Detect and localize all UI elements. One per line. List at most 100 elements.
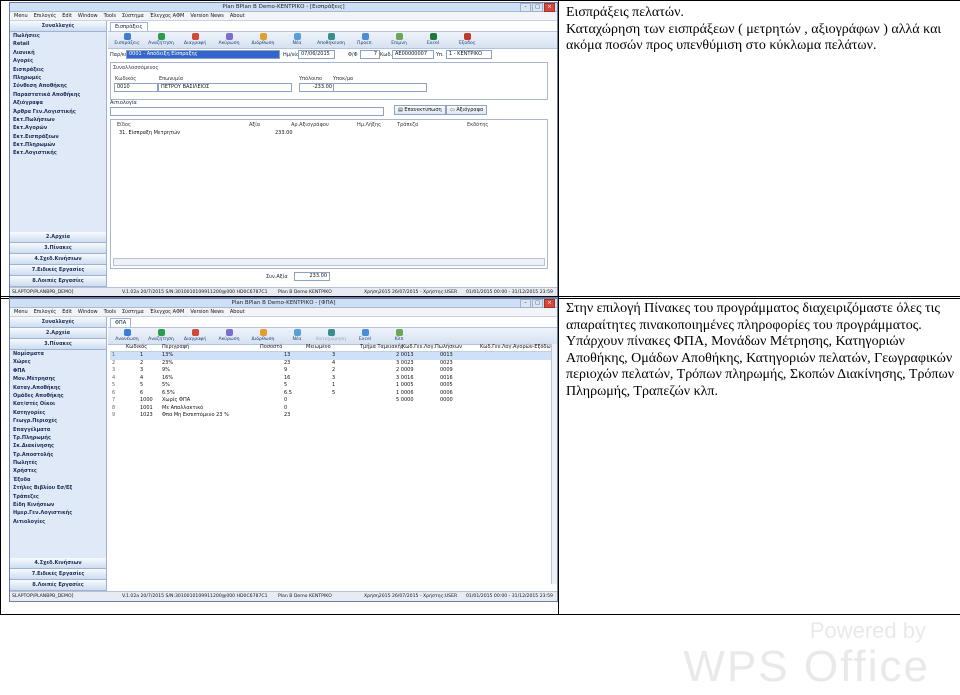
menu-item[interactable]: Edit [62,308,72,316]
sidebar-item[interactable]: Καταγ.Αποθήκης [10,384,106,392]
reprint-button[interactable]: ▤ Επανεκτύπωση [394,105,446,115]
vertical-scrollbar[interactable] [551,344,557,584]
reason-field[interactable] [110,107,384,116]
menu-item[interactable]: Edit [62,12,72,20]
sidebar-item[interactable]: Πληρωμές [10,74,106,82]
toolbar-button[interactable]: Διόρθωση [248,329,278,342]
sidebar-item[interactable]: Εκτ.Αγορών [10,124,106,132]
col-header[interactable]: Τμήμα Ταμειακής [360,344,404,350]
menu-item[interactable]: Version News [190,12,224,20]
sidebar-item[interactable]: Εκτ.Πληρωμών [10,141,106,149]
sidebar-item[interactable]: Κατηγορίες [10,409,106,417]
col-header[interactable]: Περιγραφή [162,344,189,350]
securities-button[interactable]: ▭ Αξιόγραφα [446,105,488,115]
menu-item[interactable]: Version News [190,308,224,316]
toolbar-button[interactable]: Αναζήτηση [146,33,176,46]
menu-item[interactable]: About [230,12,245,20]
sidebar-item[interactable]: Ημερ.Γεν.Λογιστικής [10,509,106,517]
sidebar-item[interactable]: Γεωγρ.Περιοχές [10,417,106,425]
sidebar-item[interactable]: Αξιόγραφα [10,99,106,107]
menu-item[interactable]: Tools [104,12,116,20]
menu-item[interactable]: Σύστημα [122,12,144,20]
sidebar-item[interactable]: Λιανική [10,49,106,57]
toolbar-button[interactable]: Excel [350,329,380,342]
sidebar-item[interactable]: Έξοδα [10,476,106,484]
col-header[interactable]: Ποσοστό [260,344,282,350]
tab-receipts[interactable]: Εισπράξεις [110,22,148,31]
line-amount[interactable]: 233.00 [275,130,293,136]
toolbar-button[interactable]: Καταχώρηση [316,329,346,342]
sidebar-item[interactable]: Εκτ.Λογιστικής [10,149,106,157]
table-row[interactable]: 6 6 6.5% 6.5 5 1 0006 0006 [110,390,554,398]
toolbar-button[interactable]: Εισπράξεις [112,33,142,46]
sidebar-section[interactable]: Συναλλαγές [10,317,106,328]
sidebar-item[interactable]: Άρθρα Γεν.Λογιστικής [10,108,106,116]
toolbar-button[interactable]: Διόρθωση [248,33,278,46]
sidebar-section[interactable]: 3.Πίνακες [10,243,106,254]
sidebar-section[interactable]: 2.Αρχεία [10,328,106,339]
col-header[interactable]: Κωδ.Γεν.Λογ.Πωλήσεων [402,344,462,350]
sidebar-section[interactable]: 3.Πίνακες [10,339,106,350]
table-row[interactable]: 1 1 13% 13 3 2 0013 0013 [110,352,554,360]
toolbar-button[interactable]: Ακύρωση [214,329,244,342]
sidebar-item[interactable]: Σκ.Διακίνησης [10,442,106,450]
menu-item[interactable]: Σύστημα [122,308,144,316]
sidebar-item[interactable]: Τρ.Πληρωμής [10,434,106,442]
col-header[interactable]: Κωδικός [126,344,147,350]
col-header[interactable]: Μειωμένο [306,344,331,350]
menu-item[interactable]: Tools [104,308,116,316]
toolbar-button[interactable]: Νέα [282,329,312,342]
table-row[interactable]: 5 5 5% 5 1 1 0005 0005 [110,382,554,390]
minimize-button[interactable]: – [520,299,531,308]
sidebar-item[interactable]: Πωλητές [10,459,106,467]
party-code-field[interactable]: 0010 [114,83,158,92]
menu-item[interactable]: Menu [14,12,28,20]
sidebar-section[interactable]: 4.Σχεδ.Κινήσεων [10,254,106,265]
sidebar-section[interactable]: 8.Λοιπές Εργασίες [10,276,106,287]
toolbar-button[interactable]: Ανανέωση [112,329,142,342]
doc-type-select[interactable]: 0001 - Απόδειξη Είσπραξης [126,50,280,59]
sidebar-item[interactable]: Μον.Μέτρησης [10,375,106,383]
sidebar-section[interactable]: 7.Ειδικές Εργασίες [10,265,106,276]
menu-item[interactable]: Window [78,12,98,20]
close-button[interactable]: × [544,299,555,308]
menu-item[interactable]: Έλεγχος ΑΦΜ [150,12,185,20]
sidebar-item[interactable]: Νομίσματα [10,350,106,358]
sidebar-item[interactable]: Αγορές [10,57,106,65]
sidebar-item[interactable]: Τρ.Αποστολής [10,451,106,459]
sidebar-item[interactable]: Παραστατικά Αποθήκης [10,91,106,99]
toolbar-button[interactable]: Ακύρωση [214,33,244,46]
sidebar-item[interactable]: Εκτ.Πωλήσεων [10,116,106,124]
line-type[interactable]: 31. Είσπραξη Μετρητών [119,130,180,136]
toolbar-button[interactable]: Αποθήκευση [316,33,346,46]
sidebar-item[interactable]: Ομάδες Αποθήκης [10,392,106,400]
toolbar-button[interactable]: Excel [418,33,448,46]
table-row[interactable]: 9 1023 Φπα Μη Εκπιπτόμενο 23 % 23 [110,412,554,420]
sidebar-item[interactable]: Εισπράξεις [10,66,106,74]
table-row[interactable]: 4 4 16% 16 3 3 0016 0016 [110,375,554,383]
sidebar-section[interactable]: 2.Αρχεία [10,232,106,243]
toolbar-button[interactable]: Έξοδος [452,33,482,46]
toolbar-button[interactable]: Διαγραφή [180,329,210,342]
menu-item[interactable]: Έλεγχος ΑΦΜ [150,308,185,316]
party-branch-select[interactable] [333,83,427,92]
sidebar-section[interactable]: 8.Λοιπές Εργασίες [10,580,106,591]
menu-item[interactable]: Επιλογές [34,308,56,316]
sidebar-item[interactable]: Επαγγέλματα [10,426,106,434]
toolbar-button[interactable]: Προεπ. [350,33,380,46]
table-row[interactable]: 7 1000 Χωρίς ΦΠΑ 0 5 0000 0000 [110,397,554,405]
menu-item[interactable]: Menu [14,308,28,316]
sidebar-item[interactable]: Σύνθεση Αποθήκης [10,82,106,90]
menu-item[interactable]: Επιλογές [34,12,56,20]
branch-select[interactable]: 1 - ΚΕΝΤΡΙΚΟ [446,50,492,59]
maximize-button[interactable]: □ [532,3,543,12]
party-name-field[interactable]: ΠΕΤΡΟΥ ΒΑΣΙΛΕΙΟΣ [158,83,292,92]
sidebar-item[interactable]: Χώρες [10,358,106,366]
toolbar-button[interactable]: Κλπ [384,329,414,342]
table-row[interactable]: 3 3 9% 9 2 2 0009 0009 [110,367,554,375]
tab-vat[interactable]: ΦΠΑ [110,318,132,327]
close-button[interactable]: × [544,3,555,12]
sidebar-item[interactable]: ΦΠΑ [10,367,106,375]
sidebar-section-transactions[interactable]: Συναλλαγές [10,21,106,32]
table-row[interactable]: 8 1001 Με Απαλλακτικό 0 [110,405,554,413]
